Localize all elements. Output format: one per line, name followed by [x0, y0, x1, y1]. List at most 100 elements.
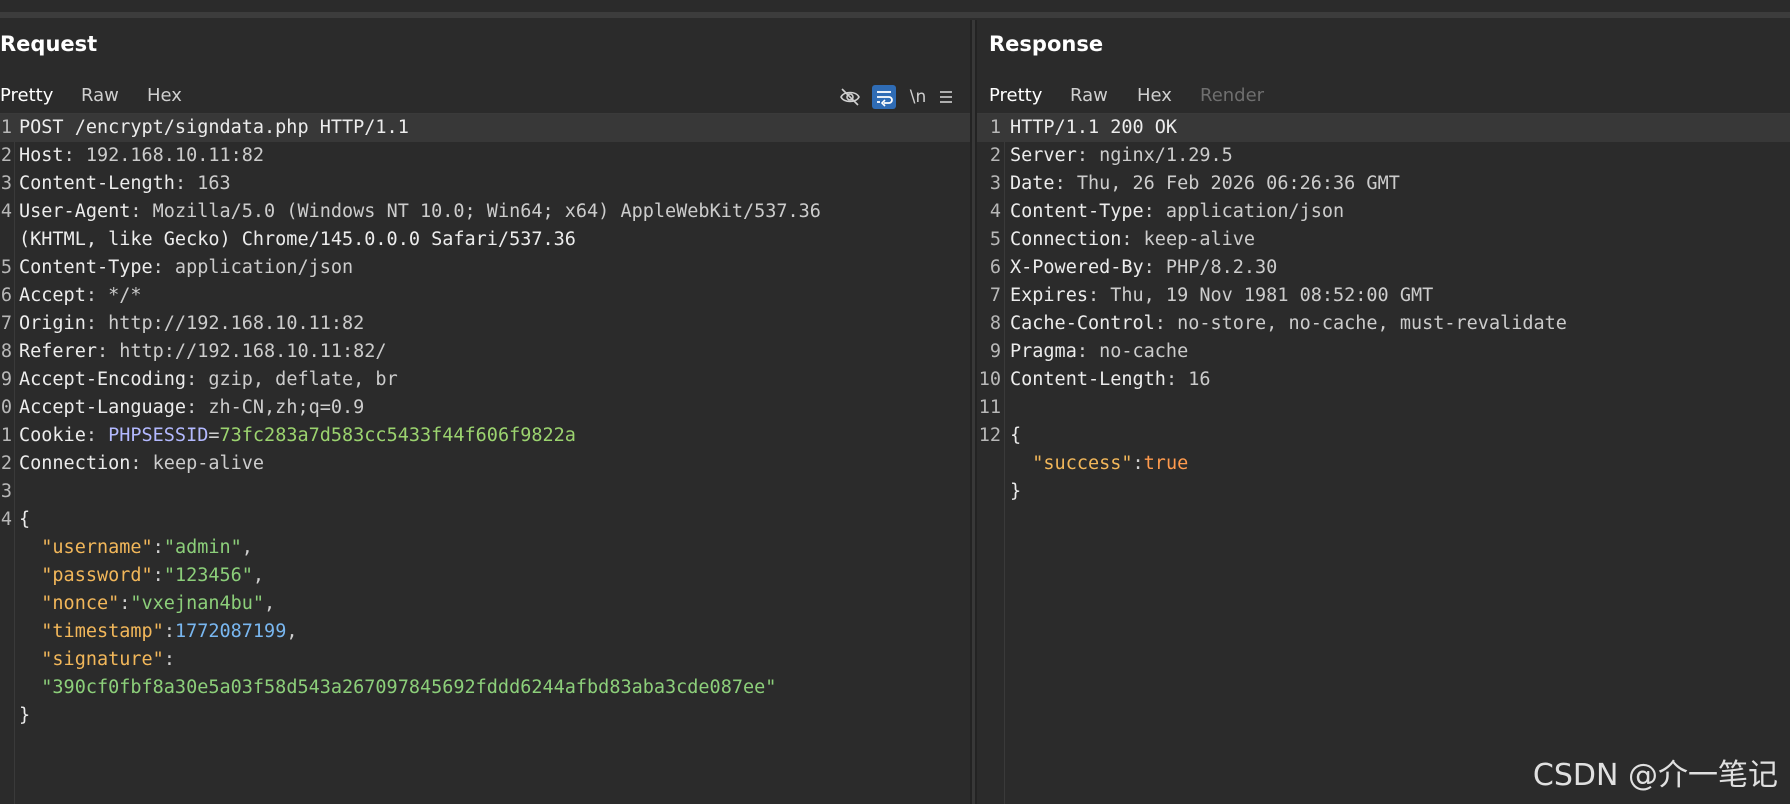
- header-name: Accept-Language: [19, 397, 187, 418]
- line-content: Content-Length: 163: [19, 170, 231, 198]
- response-editor[interactable]: 1 HTTP/1.1 200 OK 2 Server: nginx/1.29.5 3 Da…: [977, 114, 1790, 804]
- code-line: 2 Server: nginx/1.29.5: [977, 142, 1790, 170]
- header-colon: :: [1165, 369, 1178, 390]
- code-line: "username":"admin",: [0, 534, 970, 562]
- json-comma: ,: [264, 593, 276, 614]
- json-key: "nonce": [41, 593, 120, 614]
- response-lines: 1 HTTP/1.1 200 OK 2 Server: nginx/1.29.5 3 Da…: [977, 114, 1790, 506]
- line-content: {: [19, 506, 30, 534]
- header-name: X-Powered-By: [1010, 257, 1144, 278]
- code-line: 3 Date: Thu, 26 Feb 2026 06:26:36 GMT: [977, 170, 1790, 198]
- code-line: 2 Host: 192.168.10.11:82: [0, 142, 970, 170]
- header-colon: :: [1143, 257, 1155, 278]
- line-text: (KHTML, like Gecko) Chrome/145.0.0.0 Saf…: [19, 229, 576, 250]
- code-line: 5 Content-Type: application/json: [0, 254, 970, 282]
- request-tab-raw[interactable]: Raw: [81, 85, 119, 114]
- line-number: 5: [0, 257, 12, 278]
- response-tabs: Pretty Raw Hex Render: [977, 75, 1790, 117]
- json-key: "success": [1032, 453, 1133, 474]
- json-value: "390cf0fbf8a30e5a03f58d543a267097845692f…: [41, 677, 777, 698]
- line-number: 12: [978, 425, 1001, 446]
- line-number: 4: [0, 201, 12, 222]
- header-colon: :: [85, 285, 97, 306]
- response-tab-hex[interactable]: Hex: [1137, 85, 1172, 114]
- header-name: Content-Type: [19, 257, 153, 278]
- newline-toggle[interactable]: \n: [906, 85, 930, 109]
- line-number: 9: [989, 341, 1001, 362]
- json-comma: ,: [286, 621, 298, 642]
- cookie-value: 73fc283a7d583cc5433f44f606f9822a: [219, 425, 576, 446]
- code-line: 9 Pragma: no-cache: [977, 338, 1790, 366]
- word-wrap-icon[interactable]: [872, 85, 896, 109]
- header-value: keep-alive: [141, 453, 265, 474]
- line-content: Content-Type: application/json: [19, 254, 353, 282]
- menu-icon[interactable]: [934, 85, 958, 109]
- code-line: 8 Cache-Control: no-store, no-cache, must…: [977, 310, 1790, 338]
- line-text: {: [19, 509, 31, 530]
- code-line: 3: [0, 478, 970, 506]
- json-comma: ,: [252, 565, 265, 586]
- code-line: 1 POST /encrypt/signdata.php HTTP/1.1: [0, 114, 970, 142]
- line-content: Content-Length: 16: [1010, 366, 1211, 394]
- code-line: 4 User-Agent: Mozilla/5.0 (Windows NT 10.…: [0, 198, 970, 226]
- request-lines: 1 POST /encrypt/signdata.php HTTP/1.1 2 Hos…: [0, 114, 970, 730]
- json-value: "123456": [163, 565, 253, 586]
- cookie-equals: =: [208, 425, 220, 446]
- code-line: "nonce":"vxejnan4bu",: [0, 590, 970, 618]
- header-name: User-Agent: [19, 201, 131, 222]
- request-tab-hex[interactable]: Hex: [147, 85, 182, 114]
- line-content: {: [1010, 422, 1021, 450]
- line-number: 7: [989, 285, 1001, 306]
- header-value: Thu, 26 Feb 2026 06:26:36 GMT: [1065, 173, 1400, 194]
- request-tab-pretty[interactable]: Pretty: [0, 85, 54, 117]
- json-colon: :: [1132, 453, 1144, 474]
- code-line: 0 Accept-Language: zh-CN,zh;q=0.9: [0, 394, 970, 422]
- line-content: Content-Type: application/json: [1010, 198, 1344, 226]
- request-editor[interactable]: 1 POST /encrypt/signdata.php HTTP/1.1 2 Hos…: [0, 114, 970, 804]
- code-line: }: [0, 702, 970, 730]
- header-colon: :: [96, 341, 109, 362]
- line-number: 3: [989, 173, 1001, 194]
- header-name: Accept: [19, 285, 86, 306]
- line-number: 2: [0, 453, 12, 474]
- code-line: 1 Cookie: PHPSESSID=73fc283a7d583cc5433f4…: [0, 422, 970, 450]
- line-content: Expires: Thu, 19 Nov 1981 08:52:00 GMT: [1010, 282, 1433, 310]
- line-content: }: [1010, 478, 1021, 506]
- line-number: 8: [0, 341, 12, 362]
- line-text: HTTP/1.1 200 OK: [1010, 117, 1178, 138]
- response-tab-pretty[interactable]: Pretty: [989, 85, 1043, 117]
- response-tab-raw[interactable]: Raw: [1070, 85, 1108, 114]
- code-line: 12 {: [977, 422, 1790, 450]
- line-content: "signature":: [19, 646, 175, 674]
- line-content: "username":"admin",: [19, 534, 253, 562]
- header-value: 163: [186, 173, 231, 194]
- cookie-name: PHPSESSID: [108, 425, 209, 446]
- response-tab-render[interactable]: Render: [1200, 85, 1264, 114]
- line-number: 11: [978, 397, 1001, 418]
- watermark: CSDN @介一笔记: [1532, 758, 1778, 793]
- header-value: keep-alive: [1132, 229, 1256, 250]
- code-line: 4{: [0, 506, 970, 534]
- header-value: */*: [96, 285, 142, 306]
- eye-off-icon[interactable]: [838, 85, 862, 109]
- line-content: Host: 192.168.10.11:82: [19, 142, 264, 170]
- header-colon: :: [130, 201, 142, 222]
- json-key: "signature": [41, 649, 164, 670]
- code-line: 8 Referer: http://192.168.10.11:82/: [0, 338, 970, 366]
- header-name: Server: [1010, 145, 1077, 166]
- pane-divider[interactable]: [970, 20, 977, 804]
- line-content: "password":"123456",: [19, 562, 264, 590]
- header-colon: :: [186, 369, 198, 390]
- header-colon: :: [130, 453, 142, 474]
- header-colon: :: [1143, 201, 1155, 222]
- header-value: PHP/8.2.30: [1154, 257, 1278, 278]
- line-number: 9: [0, 369, 12, 390]
- line-number: 6: [0, 285, 12, 306]
- code-line: 6 X-Powered-By: PHP/8.2.30: [977, 254, 1790, 282]
- header-colon: :: [152, 257, 164, 278]
- line-content: Accept-Encoding: gzip, deflate, br: [19, 366, 398, 394]
- code-line: 6 Accept: */*: [0, 282, 970, 310]
- header-value: http://192.168.10.11:82/: [108, 341, 387, 362]
